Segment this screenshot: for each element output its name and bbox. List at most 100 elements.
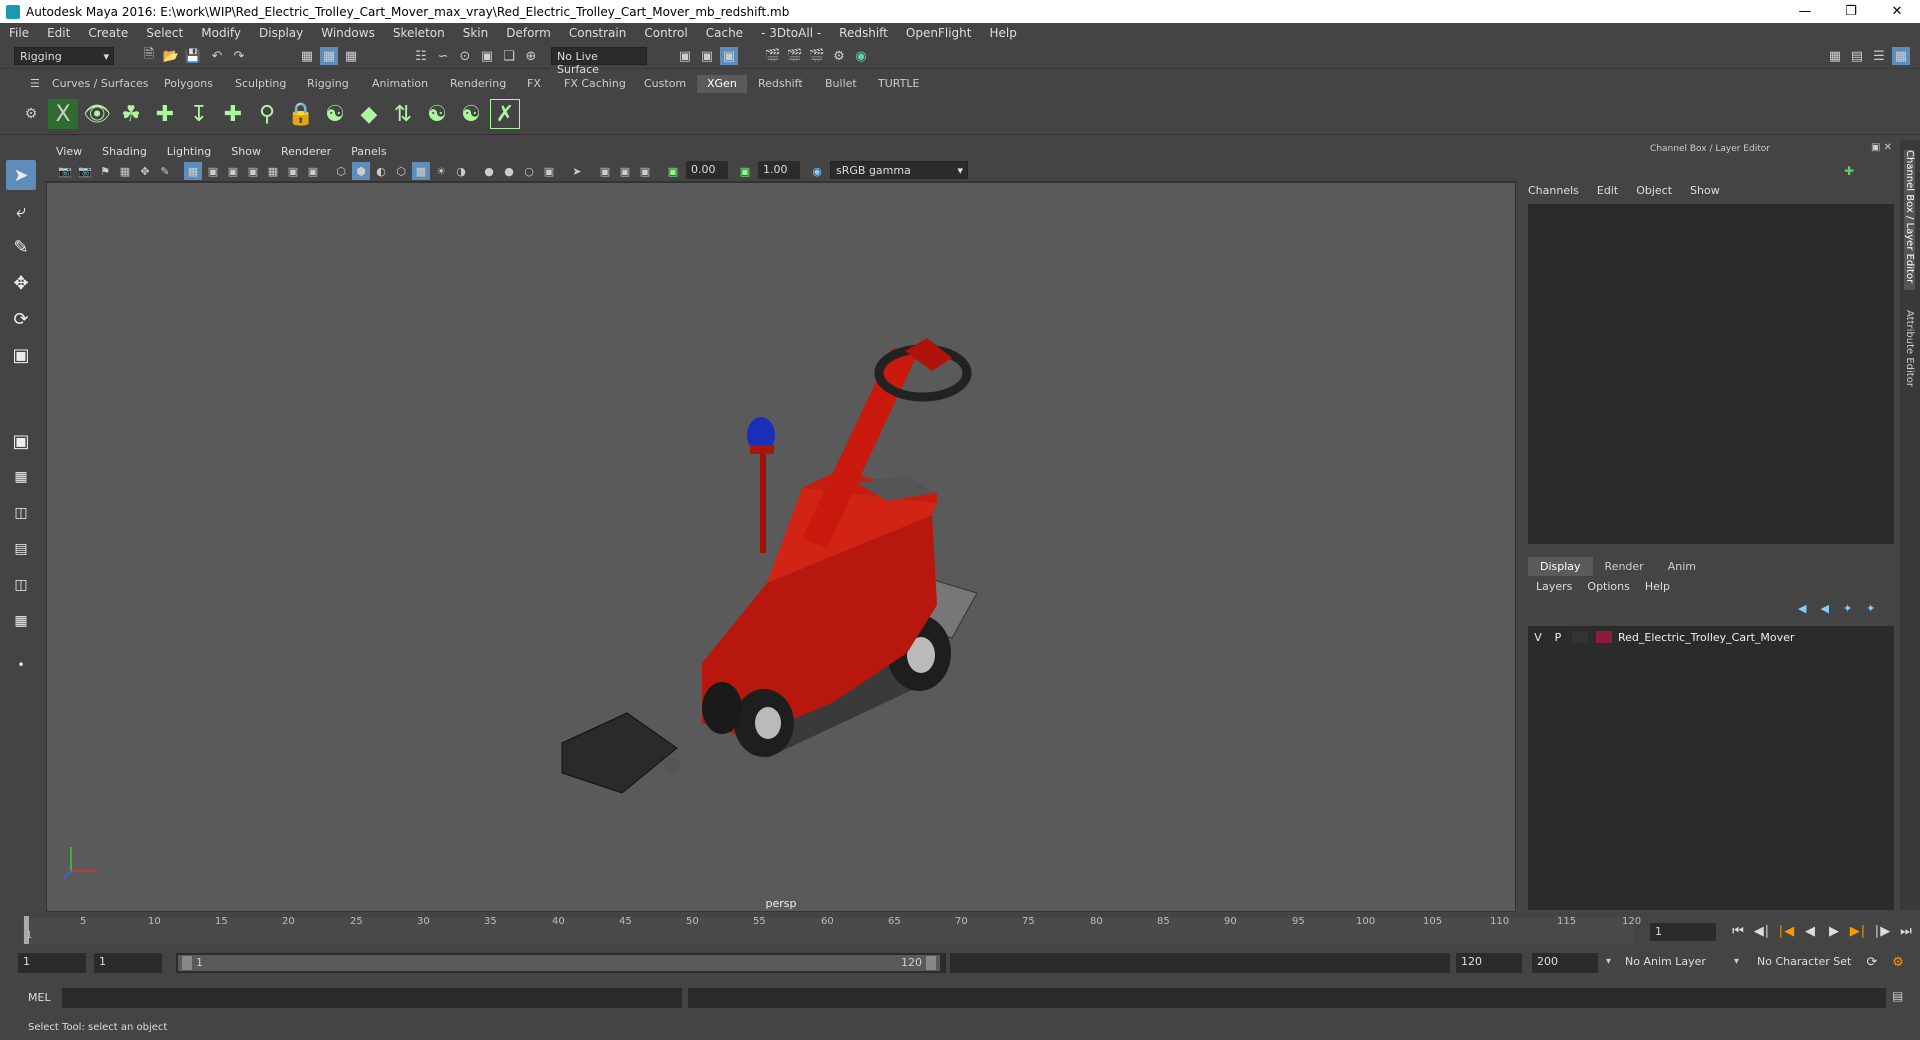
xgen-leaf-icon[interactable]: ☘	[116, 99, 146, 129]
color-space-dropdown[interactable]: sRGB gamma ▾	[830, 161, 968, 179]
viewport-menu-show[interactable]: Show	[221, 145, 271, 158]
snap-magnet-icon[interactable]: ⊕	[522, 47, 540, 65]
undo-icon[interactable]: ↶	[208, 47, 226, 65]
move-layer-down-icon[interactable]: ◀	[1820, 602, 1828, 615]
menu-3dtoall[interactable]: - 3DtoAll -	[752, 26, 830, 40]
shelf-tab-curves-surfaces[interactable]: Curves / Surfaces	[42, 75, 159, 93]
play-backwards-icon[interactable]: ◀	[1800, 922, 1820, 940]
xgen-editor-icon[interactable]: X	[48, 99, 78, 129]
layer-tab-display[interactable]: Display	[1528, 557, 1593, 576]
xgen-fur-icon[interactable]: ☯	[422, 99, 452, 129]
shelf-tab-rigging[interactable]: Rigging	[297, 75, 359, 93]
step-forward-key-icon[interactable]: ▶∣	[1848, 922, 1868, 940]
textured-icon[interactable]: ▩	[412, 162, 430, 180]
input-ops-icon[interactable]: ▣	[676, 47, 694, 65]
viewport-menu-renderer[interactable]: Renderer	[271, 145, 341, 158]
snap-point-icon[interactable]: ⊙	[456, 47, 474, 65]
play-forwards-icon[interactable]: ▶	[1824, 922, 1844, 940]
step-back-frame-icon[interactable]: ◀∣	[1752, 922, 1772, 940]
select-tool-icon[interactable]: ➤	[6, 160, 36, 190]
graph-editor-layout-icon[interactable]: ◫	[6, 570, 36, 600]
live-surface-field[interactable]: No Live Surface	[551, 47, 647, 76]
move-layer-up-icon[interactable]: ◀	[1798, 602, 1806, 615]
layer-menu-help[interactable]: Help	[1645, 580, 1670, 593]
perspective-viewport[interactable]: persp	[46, 182, 1516, 912]
menu-select[interactable]: Select	[137, 26, 192, 40]
snap-curve-icon[interactable]: ∽	[434, 47, 452, 65]
layer-color-swatch[interactable]	[1596, 631, 1612, 643]
exposure-field[interactable]: 0.00	[686, 161, 728, 179]
shaded-wireframe-icon[interactable]: ⬡	[392, 162, 410, 180]
menu-help[interactable]: Help	[980, 26, 1025, 40]
xray-icon[interactable]: ▣	[596, 162, 614, 180]
viewport-menu-shading[interactable]: Shading	[92, 145, 157, 158]
script-editor-icon[interactable]: ▤	[1892, 989, 1910, 1007]
go-to-start-icon[interactable]: ⏮	[1728, 922, 1748, 940]
shelf-tab-redshift[interactable]: Redshift	[748, 75, 813, 93]
wireframe-icon[interactable]: ⬡	[332, 162, 350, 180]
multisample-aa-icon[interactable]: ○	[520, 162, 538, 180]
resolution-gate-icon[interactable]: ▣	[224, 162, 242, 180]
new-layer-selected-icon[interactable]: ✦	[1866, 602, 1875, 615]
shelf-tab-xgen[interactable]: XGen	[697, 75, 747, 93]
xgen-bind-icon[interactable]: ⇅	[388, 99, 418, 129]
hypershade-layout-icon[interactable]: ▦	[6, 606, 36, 636]
render-settings-icon[interactable]: ⚙	[830, 47, 848, 65]
snap-surface-icon[interactable]: ❏	[500, 47, 518, 65]
menu-skeleton[interactable]: Skeleton	[384, 26, 454, 40]
grid-toggle-icon[interactable]: ▦	[184, 162, 202, 180]
shelf-tab-custom[interactable]: Custom	[634, 75, 696, 93]
shelf-tab-fx-caching[interactable]: FX Caching	[554, 75, 636, 93]
expand-toolbox-icon[interactable]: •	[6, 650, 36, 680]
side-tab-attribute-editor[interactable]: Attribute Editor	[1904, 310, 1915, 420]
channel-box-menu-edit[interactable]: Edit	[1597, 184, 1618, 197]
render-current-icon[interactable]: 🎬	[786, 47, 804, 65]
layer-playback-toggle[interactable]: P	[1548, 631, 1568, 644]
menu-deform[interactable]: Deform	[497, 26, 560, 40]
snap-view-icon[interactable]: ▣	[478, 47, 496, 65]
playback-start-field[interactable]: 1	[94, 953, 162, 973]
bookmark-icon[interactable]: ⚑	[96, 162, 114, 180]
menu-edit[interactable]: Edit	[38, 26, 79, 40]
menu-redshift[interactable]: Redshift	[830, 26, 897, 40]
layer-row[interactable]: V P Red_Electric_Trolley_Cart_Mover	[1528, 628, 1894, 646]
viewport-menu-lighting[interactable]: Lighting	[157, 145, 221, 158]
isolate-select-icon[interactable]: ➤	[568, 162, 586, 180]
channel-box-menu-channels[interactable]: Channels	[1528, 184, 1579, 197]
redo-icon[interactable]: ↷	[230, 47, 248, 65]
save-scene-icon[interactable]: 💾	[184, 47, 202, 65]
two-pane-layout-icon[interactable]: ◫	[6, 498, 36, 528]
layer-tab-render[interactable]: Render	[1593, 557, 1656, 576]
animation-end-field[interactable]: 200	[1532, 953, 1598, 973]
gamma-field[interactable]: 1.00	[758, 161, 800, 179]
animation-preferences-icon[interactable]: ⚙	[1888, 953, 1908, 971]
use-all-lights-icon[interactable]: ☀	[432, 162, 450, 180]
close-button[interactable]: ✕	[1874, 0, 1920, 23]
camera-attributes-icon[interactable]: 📷	[76, 162, 94, 180]
xgen-comb-icon[interactable]: ☯	[456, 99, 486, 129]
step-forward-frame-icon[interactable]: ∣▶	[1872, 922, 1892, 940]
shelf-tab-turtle[interactable]: TURTLE	[868, 75, 929, 93]
range-end-grip[interactable]	[926, 956, 936, 970]
menu-control[interactable]: Control	[635, 26, 696, 40]
time-slider[interactable]: 1 5 10 15 20 25 30 35 40 45 50 55 60 65 …	[22, 916, 1641, 946]
restore-button[interactable]: ❐	[1828, 0, 1874, 23]
auto-key-icon[interactable]: ⟳	[1862, 953, 1882, 971]
move-tool-icon[interactable]: ✥	[6, 268, 36, 298]
xgen-place-guide-icon[interactable]: ↧	[184, 99, 214, 129]
layer-visibility-toggle[interactable]: V	[1528, 631, 1548, 644]
motion-blur-icon[interactable]: ●	[500, 162, 518, 180]
new-scene-icon[interactable]: 🗎	[140, 47, 158, 65]
shelf-tab-polygons[interactable]: Polygons	[154, 75, 223, 93]
shelf-tab-sculpting[interactable]: Sculpting	[225, 75, 296, 93]
menu-display[interactable]: Display	[250, 26, 312, 40]
open-scene-icon[interactable]: 📂	[162, 47, 180, 65]
side-tab-channel-box[interactable]: Channel Box / Layer Editor	[1904, 150, 1915, 290]
command-input[interactable]	[62, 988, 682, 1008]
select-object-icon[interactable]: ▦	[320, 47, 338, 65]
menu-cache[interactable]: Cache	[697, 26, 752, 40]
range-slider-handle[interactable]: 1 120	[178, 955, 940, 971]
default-material-icon[interactable]: ◐	[372, 162, 390, 180]
modeling-toolkit-icon[interactable]: ▦	[1826, 47, 1844, 65]
exposure-icon[interactable]: ▣	[664, 162, 682, 180]
